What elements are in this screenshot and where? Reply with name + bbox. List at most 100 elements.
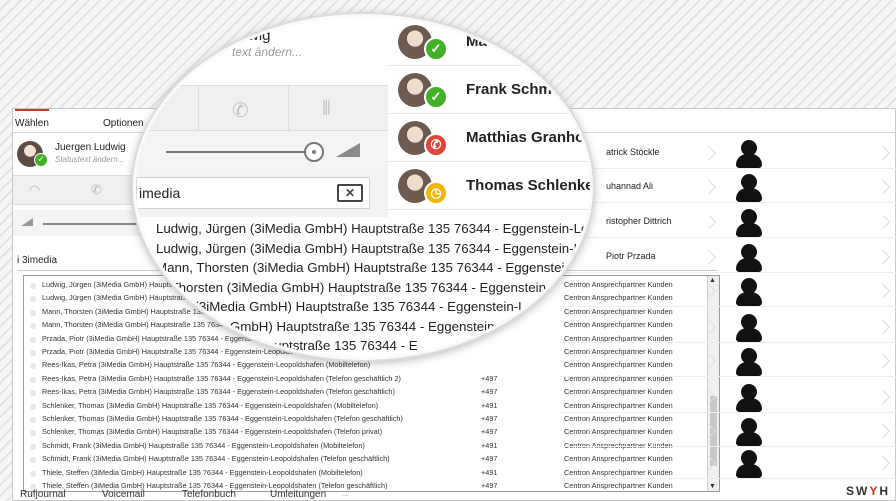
contact-avatar[interactable] [734,276,764,306]
list-item[interactable]: Schmidt, Frank (3iMedia GmbH) Hauptstraß… [24,454,707,467]
entry-text: Schlenker, Thomas (3iMedia GmbH) Hauptst… [42,427,383,437]
tab-select[interactable]: Wählen [15,109,49,129]
available-status-icon: ✓ [424,37,448,61]
mag-contact-row: ✓ Ma [388,19,590,66]
entry-number: +497 [481,373,498,383]
entry-source: Centron Ansprechpartner Kunden [564,360,673,370]
entry-text: Rees-Ikas, Petra (3iMedia GmbH) Hauptstr… [42,387,395,397]
entry-text: Rees-Ikas, Petra (3iMedia GmbH) Hauptstr… [42,360,371,370]
list-item[interactable]: Schlenker, Thomas (3iMedia GmbH) Hauptst… [24,414,707,427]
list-item[interactable]: Rees-Ikas, Petra (3iMedia GmbH) Hauptstr… [24,360,707,373]
tab-phonebook[interactable]: Telefonbuch [182,489,236,500]
contact-dot-icon [30,430,36,437]
mag-volume-bar [136,131,388,171]
contact-name[interactable]: uhannad Ali [606,181,653,191]
entry-source: Centron Ansprechpartner Kunden [564,414,673,423]
mag-list-item: . Piotr (3iMedia GmbH) Hauptstraße 135 7… [156,299,533,314]
contact-dot-icon [30,417,36,423]
contact-avatar[interactable] [734,312,764,342]
entry-source: Centron Ansprechpartner Kunden [564,427,673,437]
mag-search-text: imedia [139,185,181,201]
mag-contacts: ✓ Ma ✓ Frank Schmid ✆ Matthias Granholn ◷ Thoma… [388,17,593,215]
tab-journal[interactable]: Rufjournal [20,489,66,500]
entry-text: Schmidt, Frank (3iMedia GmbH) Hauptstraß… [42,454,390,464]
mag-search-field: imedia ✕ [136,177,370,209]
contact-row-divider [560,168,896,169]
available-status-icon: ✓ [424,85,448,109]
on-call-status-icon: ✆ [424,133,448,157]
tab-voicemail[interactable]: Voicemail [102,489,145,500]
entry-text: Schlenker, Thomas (3iMedia GmbH) Hauptst… [42,414,403,423]
contact-dot-icon [30,457,36,464]
contact-name[interactable]: ristopher Dittrich [606,216,672,226]
clear-search-icon: ✕ [337,184,363,202]
contact-row-divider [560,272,896,273]
contact-dot-icon [30,350,36,356]
tab-forwarding[interactable]: Umleitungen [270,489,326,500]
mag-list-item: Ludwig, Jürgen (3iMedia GmbH) Hauptstraß… [156,240,593,256]
contact-row-divider [560,478,896,479]
entry-number: +497 [481,414,498,423]
contact-avatar[interactable] [734,448,764,478]
mag-list-item: Ludwig, Jürgen (3iMedia GmbH) Hauptstraß… [156,221,593,236]
headset-icon[interactable]: ◠ [29,182,40,198]
volume-low-icon [21,218,33,226]
entry-number: +497 [481,387,498,397]
contact-dot-icon [30,443,36,450]
entry-number: +491 [481,440,498,450]
mag-contact-row: ✆ Matthias Granholn [388,115,593,162]
phone-icon[interactable]: ✆ [91,182,102,198]
contact-avatar[interactable] [734,242,764,272]
contact-avatar[interactable] [734,346,764,376]
contact-avatar[interactable] [734,207,764,237]
contact-row-divider [560,237,896,238]
contact-dot-icon [30,390,36,397]
list-item[interactable]: Schmidt, Frank (3iMedia GmbH) Hauptstraß… [24,441,707,454]
entry-number: +491 [481,400,498,410]
contact-name[interactable]: Piotr Przada [606,251,656,261]
brand-logo: SWYH [845,484,890,498]
contact-avatar[interactable] [734,138,764,168]
mag-list-item: otr (3iMedia GmbH) Hauptstraße 135 76344… [156,318,495,334]
contact-row-divider [560,342,896,343]
contact-avatar[interactable] [734,416,764,446]
mag-contact-name: Matthias Granholn [466,129,593,146]
mag-toolstrip: ✆ ⦀ [136,85,388,132]
contact-dot-icon [30,363,36,370]
contact-dot-icon [30,470,36,477]
mag-list-item: Mann, Thorsten (3iMedia GmbH) Hauptstraß… [156,260,593,275]
mag-contact-name: Thomas Schlenker [466,177,593,194]
list-item[interactable]: Rees-Ikas, Petra (3iMedia GmbH) Hauptstr… [24,387,707,400]
contact-row-divider [560,446,896,447]
microphone-icon: ⦀ [322,98,331,120]
mag-contact-row: ✓ Frank Schmid [388,67,590,114]
forward-arrow-icon: → [340,489,350,500]
mag-status-text: text ändern... [232,45,303,59]
away-status-icon: ◷ [424,181,448,205]
mag-user-name: wig [248,27,271,44]
user-name: Juergen Ludwig [55,142,126,153]
entry-text: Thiele, Steffen (3iMedia GmbH) Hauptstra… [42,467,363,477]
list-item[interactable]: Schlenker, Thomas (3iMedia GmbH) Hauptst… [24,427,707,440]
status-text[interactable]: Statustext ändern... [55,155,124,164]
entry-source: Centron Ansprechpartner Kunden [564,467,673,477]
entry-source: Centron Ansprechpartner Kunden [564,454,673,464]
entry-source: Centron Ansprechpartner Kunden [564,400,673,410]
contact-name[interactable]: atrick Stöckle [606,147,660,157]
mag-contact-row: ◷ Thomas Schlenker [388,163,593,210]
contact-dot-icon [30,309,36,316]
contact-dot-icon [30,376,36,383]
contact-row-divider [560,306,896,307]
contact-avatar[interactable] [734,382,764,412]
mag-contact-name: Frank Schmid [466,81,566,98]
contact-dot-icon [30,403,36,410]
phone-icon: ✆ [232,100,249,122]
entry-source: Centron Ansprechpartner Kunden [564,387,673,397]
volume-high-icon [336,143,360,157]
entry-text: Schlenker, Thomas (3iMedia GmbH) Hauptst… [42,400,379,410]
scroll-up-icon[interactable]: ▲ [709,277,716,284]
contact-avatar[interactable] [734,172,764,202]
contact-row-divider [560,202,896,203]
mag-list-item: (3iMedia GmbH) Hauptstraße 135 76344 - E [156,338,418,353]
available-status-icon: ✓ [34,153,48,167]
